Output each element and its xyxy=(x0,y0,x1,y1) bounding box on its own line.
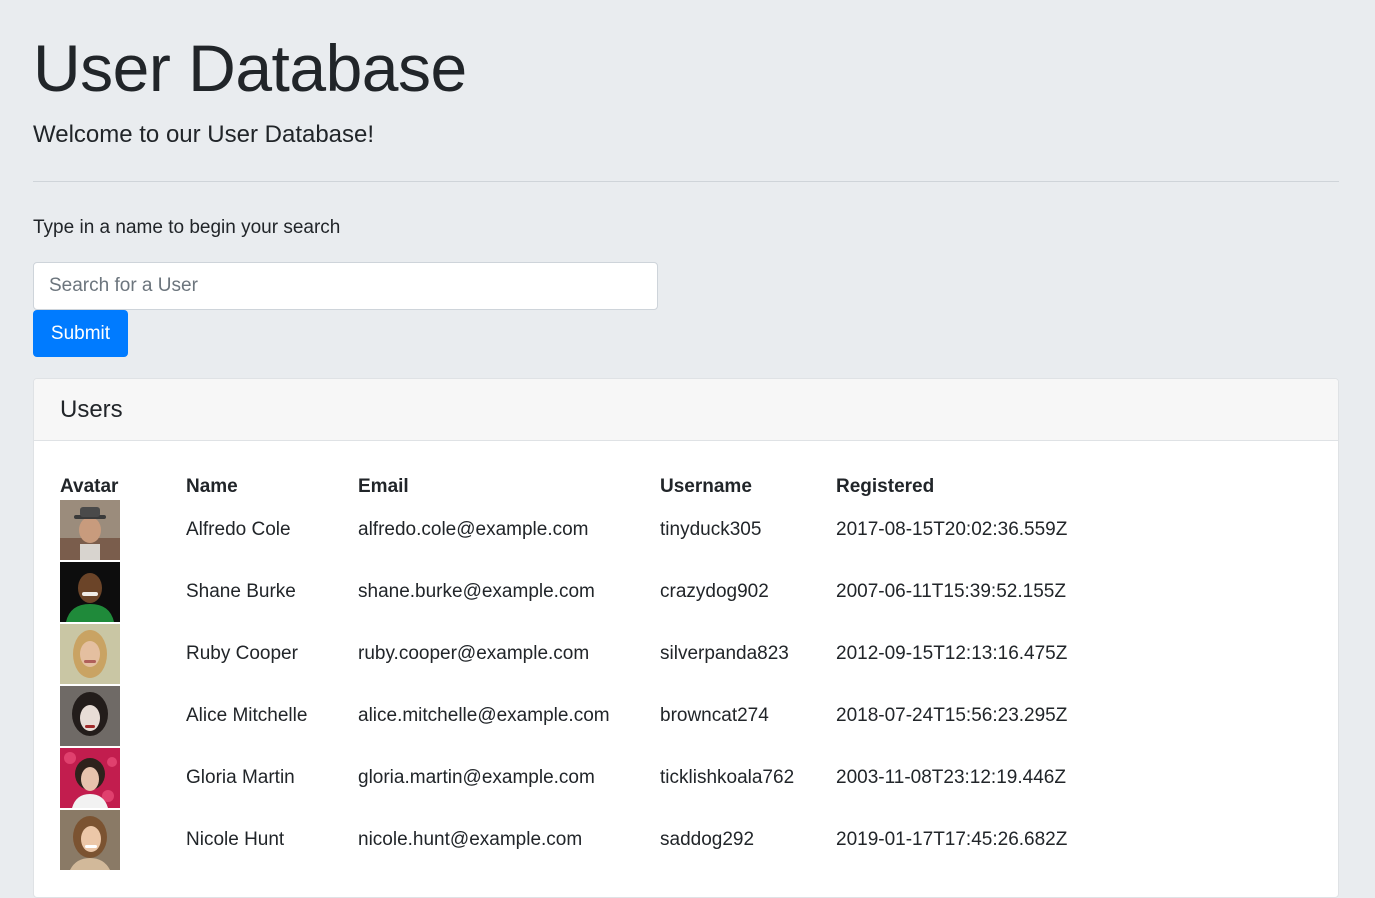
avatar-photo-man-hat xyxy=(60,500,120,560)
users-card-header: Users xyxy=(34,379,1338,441)
avatar-photo-woman-blonde xyxy=(60,624,120,684)
user-registered: 2018-07-24T15:56:23.295Z xyxy=(836,705,1068,726)
table-row: Alfredo Cole alfredo.cole@example.com ti… xyxy=(60,499,1136,561)
user-registered: 2007-06-11T15:39:52.155Z xyxy=(836,581,1066,602)
user-name: Shane Burke xyxy=(186,581,296,602)
user-email: alfredo.cole@example.com xyxy=(358,519,589,540)
user-name: Gloria Martin xyxy=(186,767,295,788)
avatar-photo-woman-pink-background xyxy=(60,748,120,808)
column-header-email: Email xyxy=(358,476,409,497)
table-row: Gloria Martin gloria.martin@example.com … xyxy=(60,747,1136,809)
page-title: User Database xyxy=(33,31,467,105)
table-row: Ruby Cooper ruby.cooper@example.com silv… xyxy=(60,623,1136,685)
user-username: tinyduck305 xyxy=(660,519,762,540)
avatar-photo-man-green-shirt xyxy=(60,562,120,622)
user-registered: 2003-11-08T23:12:19.446Z xyxy=(836,767,1066,788)
user-name: Alice Mitchelle xyxy=(186,705,308,726)
user-email: ruby.cooper@example.com xyxy=(358,643,590,664)
user-email: alice.mitchelle@example.com xyxy=(358,705,610,726)
users-table: Avatar Name Email Username Registered Al… xyxy=(60,471,1136,871)
user-username: browncat274 xyxy=(660,705,769,726)
column-header-registered: Registered xyxy=(836,476,935,497)
user-registered: 2017-08-15T20:02:36.559Z xyxy=(836,519,1068,540)
column-header-name: Name xyxy=(186,476,238,497)
search-input[interactable] xyxy=(33,262,658,310)
user-email: gloria.martin@example.com xyxy=(358,767,595,788)
column-header-avatar: Avatar xyxy=(60,476,119,497)
search-prompt: Type in a name to begin your search xyxy=(33,217,341,238)
user-username: crazydog902 xyxy=(660,581,769,602)
avatar-photo-woman-smiling xyxy=(60,810,120,870)
user-email: nicole.hunt@example.com xyxy=(358,829,583,850)
table-row: Nicole Hunt nicole.hunt@example.com sadd… xyxy=(60,809,1136,871)
user-registered: 2012-09-15T12:13:16.475Z xyxy=(836,643,1068,664)
table-row: Shane Burke shane.burke@example.com craz… xyxy=(60,561,1136,623)
user-email: shane.burke@example.com xyxy=(358,581,595,602)
table-row: Alice Mitchelle alice.mitchelle@example.… xyxy=(60,685,1136,747)
page-subtitle: Welcome to our User Database! xyxy=(33,121,375,148)
user-name: Nicole Hunt xyxy=(186,829,285,850)
users-card-title: Users xyxy=(60,395,123,423)
page-container: User Database Welcome to our User Databa… xyxy=(33,0,1339,898)
submit-button[interactable]: Submit xyxy=(33,310,128,357)
user-username: saddog292 xyxy=(660,829,755,850)
user-username: silverpanda823 xyxy=(660,643,789,664)
avatar-photo-woman-dark-hair xyxy=(60,686,120,746)
header-divider xyxy=(33,181,1339,182)
user-name: Ruby Cooper xyxy=(186,643,298,664)
users-card: Users Avatar Name Email Username Registe… xyxy=(33,378,1339,898)
user-name: Alfredo Cole xyxy=(186,519,291,540)
column-header-username: Username xyxy=(660,476,752,497)
user-username: ticklishkoala762 xyxy=(660,767,795,788)
table-header-row: Avatar Name Email Username Registered xyxy=(60,471,1136,499)
user-registered: 2019-01-17T17:45:26.682Z xyxy=(836,829,1068,850)
